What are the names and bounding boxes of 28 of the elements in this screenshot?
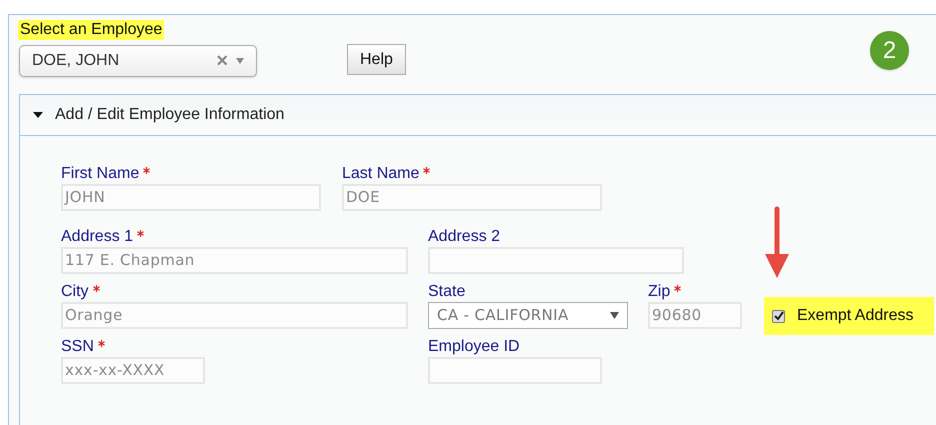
exempt-address-checkbox[interactable]: Exempt Address xyxy=(764,297,934,335)
text-field[interactable]: Orange xyxy=(61,302,408,329)
field-label: Address 2 xyxy=(428,227,500,247)
employee-select[interactable]: DOE, JOHN × xyxy=(19,45,257,77)
checkbox-label: Exempt Address xyxy=(797,306,914,326)
field-label: Address 1 xyxy=(61,227,134,247)
field-label: First Name xyxy=(61,164,140,184)
field-label: City xyxy=(61,282,89,302)
text-field[interactable]: DOE xyxy=(342,184,602,211)
step-badge: 2 xyxy=(870,31,909,70)
text-field[interactable]: 90680 xyxy=(648,302,742,329)
text-field[interactable]: JOHN xyxy=(61,184,321,211)
section-title: Add / Edit Employee Information xyxy=(55,105,284,125)
help-button[interactable]: Help xyxy=(347,44,406,75)
field-label: Last Name xyxy=(342,164,420,184)
field-label: Zip xyxy=(648,282,670,302)
section-header[interactable]: Add / Edit Employee Information xyxy=(19,94,936,136)
text-field[interactable]: 117 E. Chapman xyxy=(61,247,408,274)
checkbox[interactable] xyxy=(772,310,785,322)
field-label: SSN xyxy=(61,337,94,357)
select-employee-label: Select an Employee xyxy=(18,20,164,40)
field-label: Employee ID xyxy=(428,337,520,357)
field-label: State xyxy=(428,282,466,302)
text-field[interactable]: xxx-xx-XXXX xyxy=(61,357,205,384)
dropdown-caret-icon xyxy=(610,312,619,319)
dropdown-caret-icon xyxy=(236,58,244,64)
clear-icon[interactable]: × xyxy=(216,46,228,76)
state-select[interactable]: CA - CALIFORNIA xyxy=(428,302,628,329)
